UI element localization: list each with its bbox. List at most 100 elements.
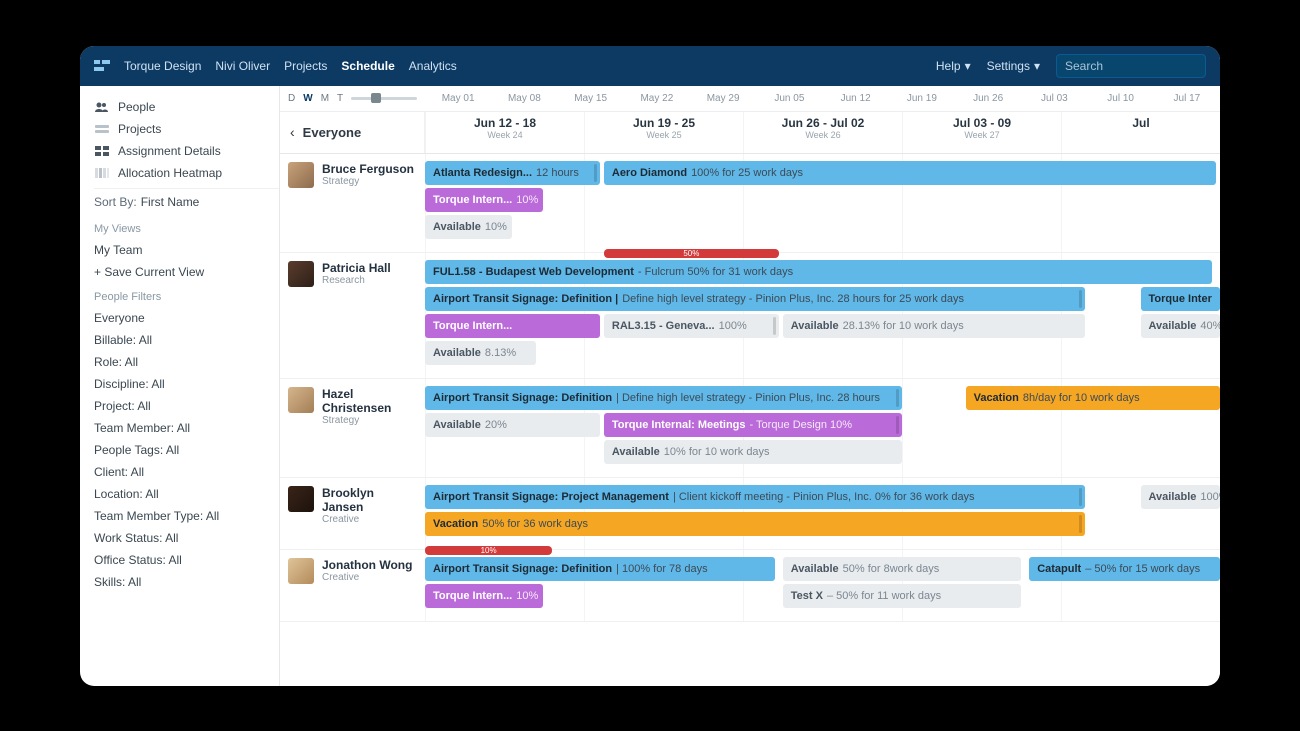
- assignment-bar[interactable]: Torque Inter: [1141, 287, 1221, 311]
- overload-indicator: 10%: [425, 546, 552, 555]
- filter-item[interactable]: Team Member Type: All: [94, 505, 279, 527]
- avatar[interactable]: [288, 558, 314, 584]
- filter-item[interactable]: Team Member: All: [94, 417, 279, 439]
- sidebar: PeopleProjectsAssignment DetailsAllocati…: [80, 86, 280, 686]
- avatar[interactable]: [288, 486, 314, 512]
- help-menu[interactable]: Help▾: [936, 59, 971, 73]
- person-name[interactable]: Bruce Ferguson: [322, 162, 414, 176]
- person-role: Strategy: [322, 176, 414, 187]
- assignment-bar[interactable]: Atlanta Redesign...12 hours: [425, 161, 600, 185]
- settings-menu[interactable]: Settings▾: [987, 59, 1040, 73]
- filter-item[interactable]: Client: All: [94, 461, 279, 483]
- avatar[interactable]: [288, 387, 314, 413]
- sidebar-nav-allocation-heatmap[interactable]: Allocation Heatmap: [94, 162, 279, 184]
- assignment-bar[interactable]: Torque Internal: Meetings - Torque Desig…: [604, 413, 902, 437]
- myview-item[interactable]: + Save Current View: [94, 261, 279, 283]
- zoom-row: DWMT May 01May 08May 15May 22May 29Jun 0…: [280, 86, 1220, 112]
- person-row: Hazel ChristensenStrategy Airport Transit…: [280, 379, 1220, 478]
- assignment-bar[interactable]: Available20%: [425, 413, 600, 437]
- mini-date: May 29: [690, 93, 756, 104]
- crumb-schedule[interactable]: Schedule: [341, 59, 394, 73]
- sidebar-icon: [94, 145, 110, 157]
- person-role: Research: [322, 275, 391, 286]
- assignment-bar[interactable]: Catapult – 50% for 15 work days: [1029, 557, 1220, 581]
- myview-item[interactable]: My Team: [94, 239, 279, 261]
- person-name[interactable]: Jonathon Wong: [322, 558, 412, 572]
- person-row: Bruce FergusonStrategy Atlanta Redesign..…: [280, 154, 1220, 253]
- assignment-bar[interactable]: Available100%: [1141, 485, 1221, 509]
- mini-date: Jul 17: [1154, 93, 1220, 104]
- person-row: Brooklyn JansenCreativeAirport Transit S…: [280, 478, 1220, 550]
- filter-item[interactable]: Everyone: [94, 307, 279, 329]
- mini-date: Jul 03: [1021, 93, 1087, 104]
- mini-date: May 01: [425, 93, 491, 104]
- sidebar-nav-people[interactable]: People: [94, 96, 279, 118]
- filter-item[interactable]: Work Status: All: [94, 527, 279, 549]
- crumb-projects[interactable]: Projects: [284, 59, 327, 73]
- assignment-bar[interactable]: Available10% for 10 work days: [604, 440, 902, 464]
- assignment-bar[interactable]: RAL3.15 - Geneva...100%: [604, 314, 779, 338]
- avatar[interactable]: [288, 162, 314, 188]
- assignment-bar[interactable]: Available40%: [1141, 314, 1221, 338]
- filter-item[interactable]: Role: All: [94, 351, 279, 373]
- top-nav: Torque Design Nivi Oliver Projects Sched…: [80, 46, 1220, 86]
- sidebar-nav-assignment-details[interactable]: Assignment Details: [94, 140, 279, 162]
- brand-icon: [94, 58, 110, 74]
- mini-date: May 15: [558, 93, 624, 104]
- myviews-header: My Views: [94, 223, 279, 235]
- zoom-slider[interactable]: [351, 97, 417, 100]
- assignment-bar[interactable]: FUL1.58 - Budapest Web Development - Ful…: [425, 260, 1212, 284]
- person-name[interactable]: Brooklyn Jansen: [322, 486, 417, 514]
- zoom-M[interactable]: M: [321, 93, 329, 104]
- mini-date: Jun 05: [756, 93, 822, 104]
- breadcrumb: Torque Design Nivi Oliver Projects Sched…: [124, 59, 936, 73]
- assignment-bar[interactable]: Airport Transit Signage: Project Managem…: [425, 485, 1085, 509]
- person-name[interactable]: Hazel Christensen: [322, 387, 417, 415]
- assignment-bar[interactable]: Available50% for 8work days: [783, 557, 1022, 581]
- zoom-T[interactable]: T: [337, 93, 343, 104]
- filter-item[interactable]: Project: All: [94, 395, 279, 417]
- mini-date: May 22: [624, 93, 690, 104]
- assignment-bar[interactable]: Torque Intern...10%: [425, 188, 543, 212]
- mini-date: Jun 26: [955, 93, 1021, 104]
- person-role: Strategy: [322, 415, 417, 426]
- assignment-bar[interactable]: Vacation50% for 36 work days: [425, 512, 1085, 536]
- zoom-W[interactable]: W: [303, 93, 312, 104]
- sortby-label: Sort By:: [94, 195, 137, 209]
- avatar[interactable]: [288, 261, 314, 287]
- filter-item[interactable]: Office Status: All: [94, 549, 279, 571]
- filter-item[interactable]: Billable: All: [94, 329, 279, 351]
- assignment-bar[interactable]: Airport Transit Signage: Definition| Def…: [425, 386, 902, 410]
- zoom-thumb[interactable]: [371, 93, 381, 103]
- week-column: Jun 19 - 25Week 25: [584, 112, 743, 153]
- sidebar-icon: [94, 123, 110, 135]
- back-button[interactable]: ‹: [290, 124, 295, 140]
- assignment-bar[interactable]: Available10%: [425, 215, 512, 239]
- assignment-bar[interactable]: Available28.13% for 10 work days: [783, 314, 1085, 338]
- assignment-bar[interactable]: Test X – 50% for 11 work days: [783, 584, 1022, 608]
- assignment-bar[interactable]: Airport Transit Signage: Definition| 100…: [425, 557, 775, 581]
- filter-item[interactable]: Location: All: [94, 483, 279, 505]
- crumb-user[interactable]: Nivi Oliver: [215, 59, 270, 73]
- view-title: Everyone: [303, 125, 362, 140]
- search-input[interactable]: [1056, 54, 1206, 78]
- app-frame: Torque Design Nivi Oliver Projects Sched…: [80, 46, 1220, 686]
- filter-item[interactable]: People Tags: All: [94, 439, 279, 461]
- sidebar-nav-projects[interactable]: Projects: [94, 118, 279, 140]
- crumb-analytics[interactable]: Analytics: [409, 59, 457, 73]
- zoom-control[interactable]: DWMT: [280, 93, 425, 104]
- assignment-bar[interactable]: Torque Intern...: [425, 314, 600, 338]
- assignment-bar[interactable]: Vacation8h/day for 10 work days: [966, 386, 1220, 410]
- assignment-bar[interactable]: Available8.13%: [425, 341, 536, 365]
- sort-by[interactable]: Sort By: First Name: [94, 188, 279, 215]
- filter-item[interactable]: Discipline: All: [94, 373, 279, 395]
- crumb-brand[interactable]: Torque Design: [124, 59, 201, 73]
- filter-item[interactable]: Skills: All: [94, 571, 279, 593]
- week-column: Jul: [1061, 112, 1220, 153]
- zoom-D[interactable]: D: [288, 93, 295, 104]
- schedule-grid[interactable]: Bruce FergusonStrategyAtlanta Redesign..…: [280, 154, 1220, 686]
- person-name[interactable]: Patricia Hall: [322, 261, 391, 275]
- assignment-bar[interactable]: Aero Diamond100% for 25 work days: [604, 161, 1216, 185]
- assignment-bar[interactable]: Torque Intern...10%: [425, 584, 543, 608]
- assignment-bar[interactable]: Airport Transit Signage: Definition | De…: [425, 287, 1085, 311]
